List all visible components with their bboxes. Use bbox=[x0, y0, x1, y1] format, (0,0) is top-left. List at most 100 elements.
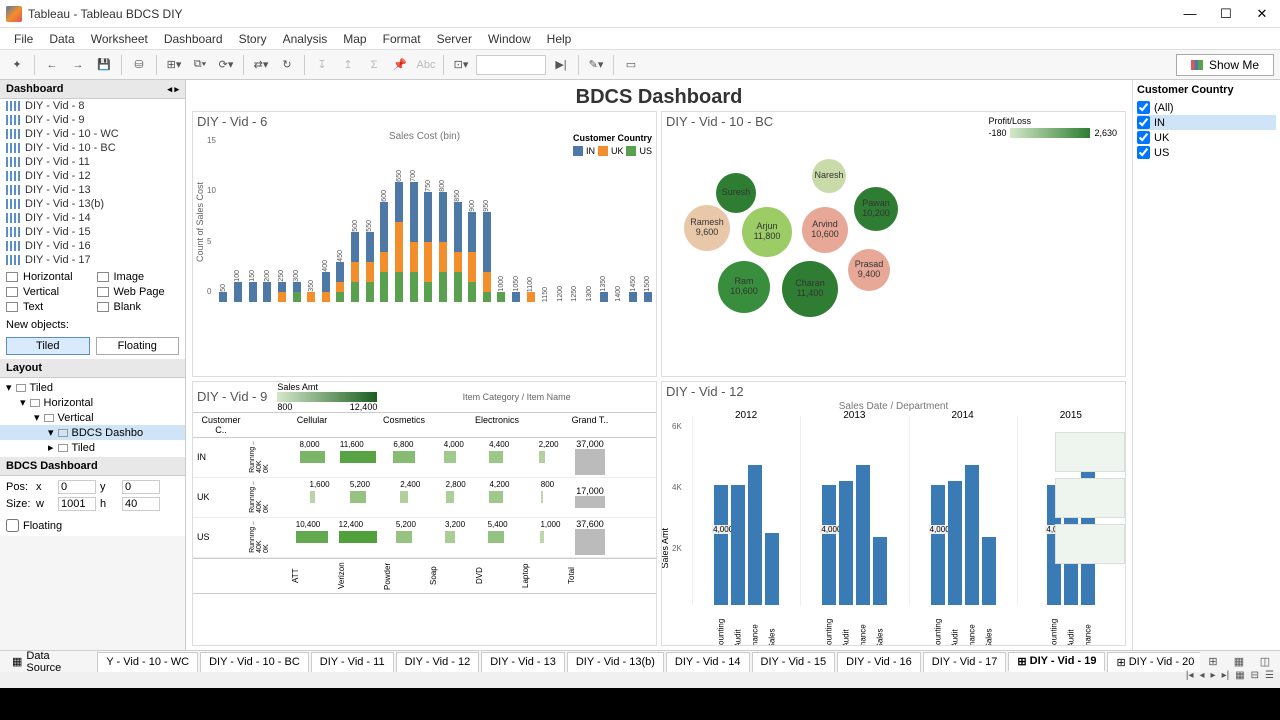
save-button[interactable]: 💾 bbox=[93, 54, 115, 76]
menu-window[interactable]: Window bbox=[480, 30, 539, 48]
menu-map[interactable]: Map bbox=[335, 30, 374, 48]
sidebar-sheet[interactable]: DIY - Vid - 9 bbox=[0, 113, 185, 127]
clear-button[interactable]: ⟳▾ bbox=[215, 54, 237, 76]
sidebar-sheet[interactable]: DIY - Vid - 10 - BC bbox=[0, 141, 185, 155]
datasource-button[interactable]: ⛁ bbox=[128, 54, 150, 76]
bubble-ramesh[interactable]: Ramesh9,600 bbox=[684, 205, 730, 251]
prev-tab-button[interactable]: ◂ bbox=[1200, 670, 1205, 688]
menu-file[interactable]: File bbox=[6, 30, 41, 48]
viz-diy-vid-10-bc[interactable]: DIY - Vid - 10 - BC Profit/Loss -1802,63… bbox=[661, 111, 1126, 377]
menu-story[interactable]: Story bbox=[231, 30, 275, 48]
sheet-tab[interactable]: DIY - Vid - 11 bbox=[311, 652, 394, 672]
viz-diy-vid-12[interactable]: DIY - Vid - 12 Sales Date / Department S… bbox=[661, 381, 1126, 647]
sidebar-sheet[interactable]: DIY - Vid - 16 bbox=[0, 239, 185, 253]
sort-asc-button[interactable]: ↧ bbox=[311, 54, 333, 76]
cards-button[interactable]: ▭ bbox=[620, 54, 642, 76]
sheet-tab[interactable]: DIY - Vid - 15 bbox=[752, 652, 836, 672]
filter-item[interactable]: IN bbox=[1137, 115, 1276, 130]
object-horizontal[interactable]: Horizontal bbox=[6, 271, 89, 283]
minimize-button[interactable]: — bbox=[1178, 6, 1202, 22]
sheet-tab[interactable]: Y - Vid - 10 - WC bbox=[97, 652, 198, 672]
tiled-button[interactable]: Tiled bbox=[6, 337, 90, 355]
highlight-button[interactable]: ✎▾ bbox=[585, 54, 607, 76]
pos-y-input[interactable] bbox=[122, 480, 160, 494]
sidebar-sheet[interactable]: DIY - Vid - 8 bbox=[0, 99, 185, 113]
undo-button[interactable]: ← bbox=[41, 54, 63, 76]
show-tabs-button[interactable]: ☰ bbox=[1265, 670, 1274, 688]
next-tab-button[interactable]: ▸ bbox=[1211, 670, 1216, 688]
sidebar-sheet[interactable]: DIY - Vid - 12 bbox=[0, 169, 185, 183]
swap-button[interactable]: ⇄▾ bbox=[250, 54, 272, 76]
pin-button[interactable]: 📌 bbox=[389, 54, 411, 76]
menu-server[interactable]: Server bbox=[429, 30, 480, 48]
viz-diy-vid-9[interactable]: DIY - Vid - 9 Sales Amt 80012,400 Item C… bbox=[192, 381, 657, 647]
refresh-button[interactable]: ↻ bbox=[276, 54, 298, 76]
menu-format[interactable]: Format bbox=[375, 30, 429, 48]
bubble-ram[interactable]: Ram10,600 bbox=[718, 261, 770, 313]
first-tab-button[interactable]: |◂ bbox=[1186, 670, 1194, 688]
sidebar-sheet[interactable]: DIY - Vid - 13 bbox=[0, 183, 185, 197]
bubble-prasad[interactable]: Prasad9,400 bbox=[848, 249, 890, 291]
sheet-tab[interactable]: DIY - Vid - 13(b) bbox=[567, 652, 664, 672]
sheet-tab[interactable]: DIY - Vid - 13 bbox=[481, 652, 565, 672]
size-w-input[interactable] bbox=[58, 497, 96, 511]
filmstrip-button[interactable]: ▦ bbox=[1235, 670, 1244, 688]
size-h-input[interactable] bbox=[122, 497, 160, 511]
viz-diy-vid-6[interactable]: DIY - Vid - 6 Sales Cost (bin) Count of … bbox=[192, 111, 657, 377]
data-source-tab[interactable]: ▦ Data Source bbox=[4, 650, 95, 672]
presentation-button[interactable]: ▶| bbox=[550, 54, 572, 76]
new-dashboard-button[interactable]: ▦ bbox=[1228, 651, 1250, 673]
sheet-tab[interactable]: DIY - Vid - 17 bbox=[923, 652, 1007, 672]
bubble-naresh[interactable]: Naresh bbox=[812, 159, 846, 193]
sheet-tab[interactable]: DIY - Vid - 14 bbox=[666, 652, 750, 672]
sidebar-sheet[interactable]: DIY - Vid - 11 bbox=[0, 155, 185, 169]
sort-tabs-button[interactable]: ⊟ bbox=[1251, 670, 1259, 688]
filter-item[interactable]: US bbox=[1137, 145, 1276, 160]
menu-analysis[interactable]: Analysis bbox=[275, 30, 336, 48]
object-image[interactable]: Image bbox=[97, 271, 180, 283]
filter-item[interactable]: UK bbox=[1137, 130, 1276, 145]
object-vertical[interactable]: Vertical bbox=[6, 286, 89, 298]
pos-x-input[interactable] bbox=[58, 480, 96, 494]
logo-icon[interactable]: ✦ bbox=[6, 54, 28, 76]
sheet-tab[interactable]: DIY - Vid - 12 bbox=[396, 652, 480, 672]
menu-worksheet[interactable]: Worksheet bbox=[83, 30, 156, 48]
sidebar-sheet[interactable]: DIY - Vid - 14 bbox=[0, 211, 185, 225]
menu-help[interactable]: Help bbox=[539, 30, 580, 48]
sheet-tab[interactable]: DIY - Vid - 10 - BC bbox=[200, 652, 309, 672]
fit-input[interactable] bbox=[476, 55, 546, 75]
bubble-pawan[interactable]: Pawan10,200 bbox=[854, 187, 898, 231]
bubble-charan[interactable]: Charan11,400 bbox=[782, 261, 838, 317]
layout-pane-header[interactable]: Layout bbox=[0, 359, 185, 378]
sidebar-sheet[interactable]: DIY - Vid - 10 - WC bbox=[0, 127, 185, 141]
layout-node[interactable]: ▸ Tiled bbox=[0, 440, 185, 455]
last-tab-button[interactable]: ▸| bbox=[1222, 670, 1230, 688]
floating-checkbox[interactable] bbox=[6, 519, 19, 532]
menu-data[interactable]: Data bbox=[41, 30, 82, 48]
filter-item[interactable]: (All) bbox=[1137, 100, 1276, 115]
dashboard-pane-header[interactable]: Dashboard◂ ▸ bbox=[0, 80, 185, 99]
duplicate-button[interactable]: ⧉▾ bbox=[189, 54, 211, 76]
sidebar-sheet[interactable]: DIY - Vid - 17 bbox=[0, 253, 185, 267]
object-blank[interactable]: Blank bbox=[97, 301, 180, 313]
bubble-arjun[interactable]: Arjun11,800 bbox=[742, 207, 792, 257]
sheet-tab[interactable]: ⊞ DIY - Vid - 19 bbox=[1008, 652, 1105, 672]
abc-button[interactable]: Abc bbox=[415, 54, 437, 76]
layout-node[interactable]: ▾ Horizontal bbox=[0, 395, 185, 410]
object-text[interactable]: Text bbox=[6, 301, 89, 313]
new-story-button[interactable]: ◫ bbox=[1254, 651, 1276, 673]
layout-node[interactable]: ▾ Vertical bbox=[0, 410, 185, 425]
show-me-button[interactable]: Show Me bbox=[1176, 54, 1274, 76]
sidebar-sheet[interactable]: DIY - Vid - 13(b) bbox=[0, 197, 185, 211]
fit-button[interactable]: ⊡▾ bbox=[450, 54, 472, 76]
maximize-button[interactable]: ☐ bbox=[1214, 6, 1238, 22]
redo-button[interactable]: → bbox=[67, 54, 89, 76]
object-web-page[interactable]: Web Page bbox=[97, 286, 180, 298]
layout-node[interactable]: ▾ Tiled bbox=[0, 380, 185, 395]
sheet-tab[interactable]: ⊞ DIY - Vid - 20 bbox=[1107, 652, 1200, 672]
sheet-tab[interactable]: DIY - Vid - 16 bbox=[837, 652, 921, 672]
bubble-suresh[interactable]: Suresh bbox=[716, 173, 756, 213]
layout-node[interactable]: ▾ BDCS Dashbo bbox=[0, 425, 185, 440]
new-sheet-button[interactable]: ⊞▾ bbox=[163, 54, 185, 76]
close-button[interactable]: ✕ bbox=[1250, 6, 1274, 22]
